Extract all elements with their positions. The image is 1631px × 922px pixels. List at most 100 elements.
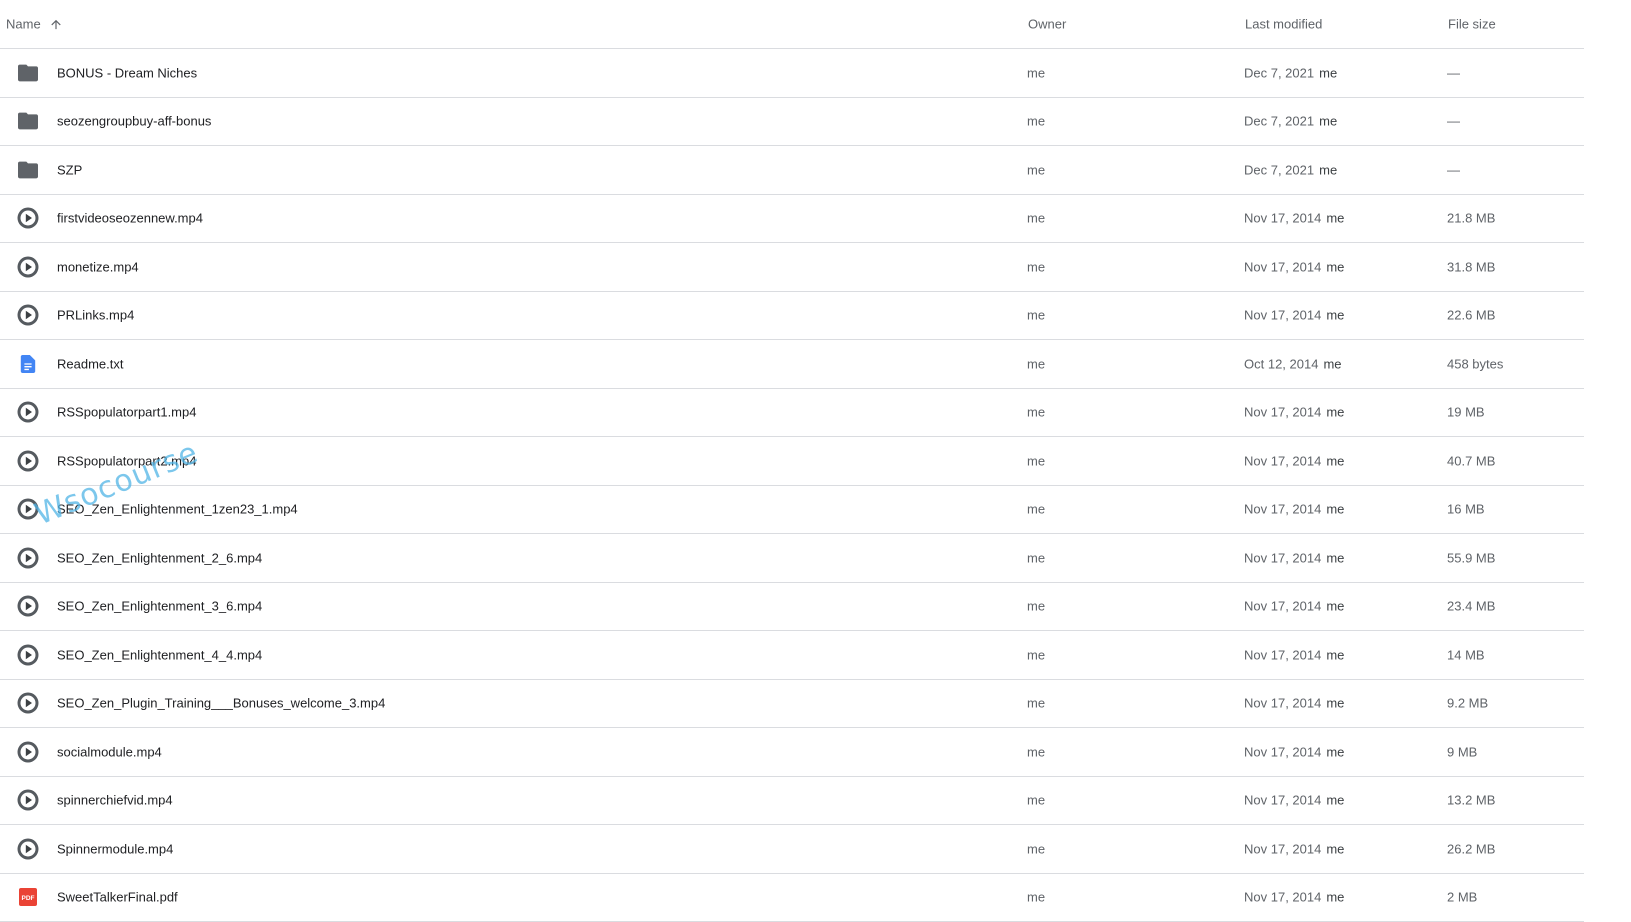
file-list: Name Owner Last modified File size BONUS… <box>0 0 1584 922</box>
file-modified-date: Nov 17, 2014 <box>1244 793 1321 808</box>
file-row[interactable]: RSSpopulatorpart1.mp4meNov 17, 2014me19 … <box>0 389 1584 438</box>
file-size: — <box>1447 65 1460 80</box>
file-modified-by: me <box>1319 65 1337 80</box>
column-header-last-modified[interactable]: Last modified <box>1245 17 1322 32</box>
file-name[interactable]: Spinnermodule.mp4 <box>57 841 173 856</box>
file-last-modified: Nov 17, 2014me <box>1244 259 1344 274</box>
file-size: 14 MB <box>1447 647 1485 662</box>
file-size: 40.7 MB <box>1447 453 1495 468</box>
file-last-modified: Nov 17, 2014me <box>1244 647 1344 662</box>
file-size: — <box>1447 162 1460 177</box>
file-row[interactable]: monetize.mp4meNov 17, 2014me31.8 MB <box>0 243 1584 292</box>
file-name[interactable]: socialmodule.mp4 <box>57 744 162 759</box>
file-name[interactable]: SweetTalkerFinal.pdf <box>57 890 178 905</box>
file-size: 26.2 MB <box>1447 841 1495 856</box>
file-row[interactable]: RSSpopulatorpart2.mp4meNov 17, 2014me40.… <box>0 437 1584 486</box>
file-modified-by: me <box>1326 405 1344 420</box>
file-last-modified: Nov 17, 2014 me <box>1244 502 1344 517</box>
doc-icon <box>17 353 39 375</box>
file-row[interactable]: seozengroupbuy-aff-bonusmeDec 7, 2021me— <box>0 98 1584 147</box>
column-header-row: Name Owner Last modified File size <box>0 0 1584 49</box>
file-row[interactable]: SEO_Zen_Plugin_Training___Bonuses_welcom… <box>0 680 1584 729</box>
file-modified-by: me <box>1323 356 1341 371</box>
file-row[interactable]: Spinnermodule.mp4 me Nov 17, 2014me 26.2 MB <box>0 825 1584 874</box>
file-modified-date: Nov 17, 2014 <box>1244 550 1321 565</box>
file-modified-date: Nov 17, 2014 <box>1244 696 1321 711</box>
column-header-file-size[interactable]: File size <box>1448 17 1496 32</box>
file-modified-by: me <box>1326 744 1344 759</box>
file-modified-by: me <box>1326 502 1344 517</box>
file-name[interactable]: BONUS - Dream Niches <box>57 65 197 80</box>
video-icon <box>17 256 39 278</box>
file-name[interactable]: firstvideoseozennew.mp4 <box>57 211 203 226</box>
file-row[interactable]: SEO_Zen_Enlightenment_4_4.mp4meNov 17, 2… <box>0 631 1584 680</box>
file-name[interactable]: SZP <box>57 162 82 177</box>
file-modified-date: Nov 17, 2014 <box>1244 744 1321 759</box>
video-icon <box>17 789 39 811</box>
file-size: 13.2 MB <box>1447 793 1495 808</box>
file-row[interactable]: SZPmeDec 7, 2021me— <box>0 146 1584 195</box>
file-modified-by: me <box>1326 550 1344 565</box>
svg-text:PDF: PDF <box>22 895 35 902</box>
file-owner: me <box>1027 550 1045 565</box>
video-icon <box>17 644 39 666</box>
file-size: 23.4 MB <box>1447 599 1495 614</box>
file-last-modified: Nov 17, 2014me <box>1244 841 1344 856</box>
file-modified-date: Nov 17, 2014 <box>1244 259 1321 274</box>
file-row[interactable]: SEO_Zen_Enlightenment_3_6.mp4meNov 17, 2… <box>0 583 1584 632</box>
file-name[interactable]: SEO_Zen_Enlightenment_1zen23_1.mp4 <box>57 502 298 517</box>
file-name[interactable]: SEO_Zen_Enlightenment_4_4.mp4 <box>57 647 262 662</box>
file-name[interactable]: RSSpopulatorpart2.mp4 <box>57 453 196 468</box>
file-name[interactable]: spinnerchiefvid.mp4 <box>57 793 173 808</box>
file-modified-by: me <box>1326 308 1344 323</box>
file-owner: me <box>1027 356 1045 371</box>
file-modified-date: Dec 7, 2021 <box>1244 65 1314 80</box>
video-icon <box>17 401 39 423</box>
file-row[interactable]: Readme.txtmeOct 12, 2014me458 bytes <box>0 340 1584 389</box>
file-owner: me <box>1027 211 1045 226</box>
file-last-modified: Nov 17, 2014me <box>1244 453 1344 468</box>
file-name[interactable]: seozengroupbuy-aff-bonus <box>57 114 211 129</box>
file-name[interactable]: PRLinks.mp4 <box>57 308 134 323</box>
file-name[interactable]: SEO_Zen_Enlightenment_2_6.mp4 <box>57 550 262 565</box>
video-icon <box>17 595 39 617</box>
folder-icon <box>17 159 39 181</box>
video-icon <box>17 304 39 326</box>
video-icon <box>17 207 39 229</box>
file-modified-by: me <box>1326 890 1344 905</box>
file-modified-date: Dec 7, 2021 <box>1244 114 1314 129</box>
file-row[interactable]: PRLinks.mp4meNov 17, 2014me22.6 MB <box>0 292 1584 341</box>
file-owner: me <box>1027 114 1045 129</box>
file-owner: me <box>1027 453 1045 468</box>
file-name[interactable]: SEO_Zen_Plugin_Training___Bonuses_welcom… <box>57 696 385 711</box>
folder-icon <box>17 110 39 132</box>
file-size: 22.6 MB <box>1447 308 1495 323</box>
column-header-name[interactable]: Name <box>6 17 63 32</box>
file-owner: me <box>1027 599 1045 614</box>
arrow-up-icon[interactable] <box>49 17 63 31</box>
file-name[interactable]: monetize.mp4 <box>57 259 139 274</box>
file-owner: me <box>1027 841 1045 856</box>
file-last-modified: Nov 17, 2014 me <box>1244 890 1344 905</box>
folder-icon <box>17 62 39 84</box>
file-row[interactable]: spinnerchiefvid.mp4meNov 17, 2014me13.2 … <box>0 777 1584 826</box>
file-name[interactable]: RSSpopulatorpart1.mp4 <box>57 405 196 420</box>
file-row[interactable]: SEO_Zen_Enlightenment_2_6.mp4 me Nov 17, 2… <box>0 534 1584 583</box>
file-row[interactable]: firstvideoseozennew.mp4meNov 17, 2014me2… <box>0 195 1584 244</box>
file-name[interactable]: SEO_Zen_Enlightenment_3_6.mp4 <box>57 599 262 614</box>
file-row[interactable]: PDFSweetTalkerFinal.pdfmeNov 17, 2014me2… <box>0 874 1584 922</box>
file-last-modified: Nov 17, 2014 me <box>1244 696 1344 711</box>
file-modified-date: Nov 17, 2014 <box>1244 502 1321 517</box>
video-icon <box>17 547 39 569</box>
file-modified-by: me <box>1326 696 1344 711</box>
file-modified-date: Nov 17, 2014 <box>1244 890 1321 905</box>
file-row[interactable]: SEO_Zen_Enlightenment_1zen23_1.mp4meNov … <box>0 486 1584 535</box>
file-last-modified: Dec 7, 2021me <box>1244 114 1337 129</box>
video-icon <box>17 498 39 520</box>
file-name[interactable]: Readme.txt <box>57 356 123 371</box>
file-row[interactable]: BONUS - Dream NichesmeDec 7, 2021me— <box>0 49 1584 98</box>
file-row[interactable]: socialmodule.mp4meNov 17, 2014me9 MB <box>0 728 1584 777</box>
file-modified-by: me <box>1326 453 1344 468</box>
file-size: 55.9 MB <box>1447 550 1495 565</box>
column-header-owner[interactable]: Owner <box>1028 17 1066 32</box>
